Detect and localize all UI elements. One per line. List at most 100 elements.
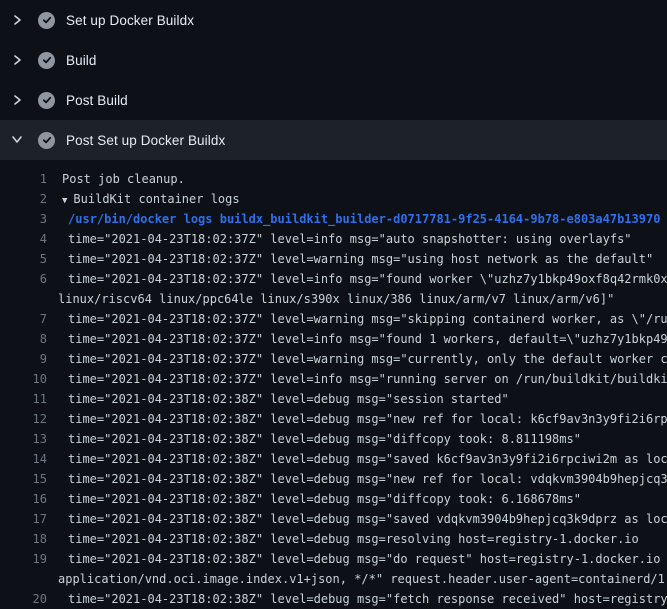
log-text: time="2021-04-23T18:02:37Z" level=info m… (68, 269, 667, 289)
log-line-9: 9 time="2021-04-23T18:02:37Z" level=warn… (0, 349, 667, 369)
chevron-down-icon (11, 133, 25, 147)
log-line-12: 12 time="2021-04-23T18:02:38Z" level=deb… (0, 409, 667, 429)
log-text: time="2021-04-23T18:02:38Z" level=debug … (68, 409, 667, 429)
chevron-right-icon (11, 53, 25, 67)
line-number[interactable]: 13 (0, 429, 47, 449)
line-number[interactable]: 8 (0, 329, 47, 349)
step-header-set-up-docker-buildx[interactable]: Set up Docker Buildx (0, 0, 667, 40)
log-text-content: time="2021-04-23T18:02:38Z" level=debug … (68, 412, 667, 426)
chevron-right-icon (11, 93, 25, 107)
step-label: Post Set up Docker Buildx (66, 133, 225, 148)
line-number[interactable]: 7 (0, 309, 47, 329)
log-line-16: 16 time="2021-04-23T18:02:38Z" level=deb… (0, 489, 667, 509)
log-text: time="2021-04-23T18:02:38Z" level=debug … (68, 509, 667, 529)
log-text-content: time="2021-04-23T18:02:38Z" level=debug … (68, 472, 667, 486)
line-number[interactable]: 9 (0, 349, 47, 369)
log-text: time="2021-04-23T18:02:38Z" level=debug … (68, 449, 667, 469)
log-text-content: application/vnd.oci.image.index.v1+json,… (58, 572, 667, 586)
step-label: Build (66, 53, 97, 68)
log-text-content: time="2021-04-23T18:02:38Z" level=debug … (68, 432, 581, 446)
line-number[interactable]: 3 (0, 209, 47, 229)
step-header-post-set-up-docker-buildx[interactable]: Post Set up Docker Buildx (0, 120, 667, 160)
log-text-content: time="2021-04-23T18:02:38Z" level=debug … (68, 392, 509, 406)
log-text-content: time="2021-04-23T18:02:38Z" level=debug … (68, 592, 667, 606)
log-line-6-wrap: linux/riscv64 linux/ppc64le linux/s390x … (0, 289, 667, 309)
line-number[interactable]: 18 (0, 529, 47, 549)
log-text: time="2021-04-23T18:02:37Z" level=warnin… (68, 309, 667, 329)
step-header-post-build[interactable]: Post Build (0, 80, 667, 120)
log-text-content: linux/riscv64 linux/ppc64le linux/s390x … (58, 292, 614, 306)
log-text: time="2021-04-23T18:02:37Z" level=info m… (68, 369, 667, 389)
log-line-5: 5 time="2021-04-23T18:02:37Z" level=warn… (0, 249, 667, 269)
log-text-content: time="2021-04-23T18:02:37Z" level=info m… (68, 372, 667, 386)
line-number[interactable]: 5 (0, 249, 47, 269)
step-header-build[interactable]: Build (0, 40, 667, 80)
log-text-content: time="2021-04-23T18:02:38Z" level=debug … (68, 552, 667, 566)
log-text: time="2021-04-23T18:02:37Z" level=info m… (68, 229, 632, 249)
line-number[interactable]: 4 (0, 229, 47, 249)
log-text: time="2021-04-23T18:02:38Z" level=debug … (68, 549, 667, 569)
log-text: linux/riscv64 linux/ppc64le linux/s390x … (58, 289, 614, 309)
log-text: time="2021-04-23T18:02:37Z" level=info m… (68, 329, 667, 349)
log-text: time="2021-04-23T18:02:38Z" level=debug … (68, 389, 509, 409)
line-number[interactable]: 2 (0, 189, 47, 209)
log-text: ▼BuildKit container logs (62, 189, 240, 209)
line-number[interactable]: 14 (0, 449, 47, 469)
line-number[interactable]: 15 (0, 469, 47, 489)
log-line-13: 13 time="2021-04-23T18:02:38Z" level=deb… (0, 429, 667, 449)
log-line-14: 14 time="2021-04-23T18:02:38Z" level=deb… (0, 449, 667, 469)
log-text-content: time="2021-04-23T18:02:37Z" level=info m… (68, 232, 632, 246)
log-text-content: Post job cleanup. (62, 172, 185, 186)
log-text: time="2021-04-23T18:02:38Z" level=debug … (68, 529, 639, 549)
log-text: time="2021-04-23T18:02:38Z" level=debug … (68, 429, 581, 449)
log-text: time="2021-04-23T18:02:38Z" level=debug … (68, 589, 667, 609)
line-number[interactable]: 20 (0, 589, 47, 609)
log-line-2: 2 ▼BuildKit container logs (0, 189, 667, 209)
log-line-10: 10 time="2021-04-23T18:02:37Z" level=inf… (0, 369, 667, 389)
chevron-right-icon (11, 13, 25, 27)
check-circle-icon (38, 92, 55, 109)
log-text-content: time="2021-04-23T18:02:37Z" level=warnin… (68, 252, 653, 266)
line-number[interactable]: 6 (0, 269, 47, 289)
log-text-content: time="2021-04-23T18:02:38Z" level=debug … (68, 492, 581, 506)
group-disclosure-triangle-icon[interactable]: ▼ (62, 196, 67, 206)
log-text-content: time="2021-04-23T18:02:38Z" level=debug … (68, 532, 639, 546)
check-circle-icon (38, 132, 55, 149)
log-line-8: 8 time="2021-04-23T18:02:37Z" level=info… (0, 329, 667, 349)
line-number[interactable] (0, 569, 47, 589)
log-line-4: 4 time="2021-04-23T18:02:37Z" level=info… (0, 229, 667, 249)
line-number[interactable]: 10 (0, 369, 47, 389)
line-number[interactable] (0, 289, 47, 309)
log-line-6: 6 time="2021-04-23T18:02:37Z" level=info… (0, 269, 667, 289)
log-line-19-wrap: application/vnd.oci.image.index.v1+json,… (0, 569, 667, 589)
log-text: Post job cleanup. (62, 169, 185, 189)
log-text-content: time="2021-04-23T18:02:37Z" level=warnin… (68, 312, 667, 326)
log-line-7: 7 time="2021-04-23T18:02:37Z" level=warn… (0, 309, 667, 329)
log-text-content: time="2021-04-23T18:02:38Z" level=debug … (68, 512, 667, 526)
log-text: time="2021-04-23T18:02:38Z" level=debug … (68, 489, 581, 509)
log-console: 1 Post job cleanup. 2 ▼BuildKit containe… (0, 160, 667, 609)
step-label: Post Build (66, 93, 128, 108)
log-text-content: time="2021-04-23T18:02:37Z" level=warnin… (68, 352, 667, 366)
log-text: application/vnd.oci.image.index.v1+json,… (58, 569, 667, 589)
log-line-17: 17 time="2021-04-23T18:02:38Z" level=deb… (0, 509, 667, 529)
log-line-15: 15 time="2021-04-23T18:02:38Z" level=deb… (0, 469, 667, 489)
log-line-19: 19 time="2021-04-23T18:02:38Z" level=deb… (0, 549, 667, 569)
line-number[interactable]: 19 (0, 549, 47, 569)
log-line-18: 18 time="2021-04-23T18:02:38Z" level=deb… (0, 529, 667, 549)
step-label: Set up Docker Buildx (66, 13, 194, 28)
line-number[interactable]: 17 (0, 509, 47, 529)
line-number[interactable]: 16 (0, 489, 47, 509)
line-number[interactable]: 11 (0, 389, 47, 409)
line-number[interactable]: 12 (0, 409, 47, 429)
log-line-20: 20 time="2021-04-23T18:02:38Z" level=deb… (0, 589, 667, 609)
log-text: time="2021-04-23T18:02:38Z" level=debug … (68, 469, 667, 489)
log-text: time="2021-04-23T18:02:37Z" level=warnin… (68, 349, 667, 369)
log-text-content: /usr/bin/docker logs buildx_buildkit_bui… (68, 212, 660, 226)
log-text-content: time="2021-04-23T18:02:37Z" level=info m… (68, 272, 667, 286)
line-number[interactable]: 1 (0, 169, 47, 189)
check-circle-icon (38, 12, 55, 29)
log-line-1: 1 Post job cleanup. (0, 169, 667, 189)
log-text: time="2021-04-23T18:02:37Z" level=warnin… (68, 249, 653, 269)
check-circle-icon (38, 52, 55, 69)
